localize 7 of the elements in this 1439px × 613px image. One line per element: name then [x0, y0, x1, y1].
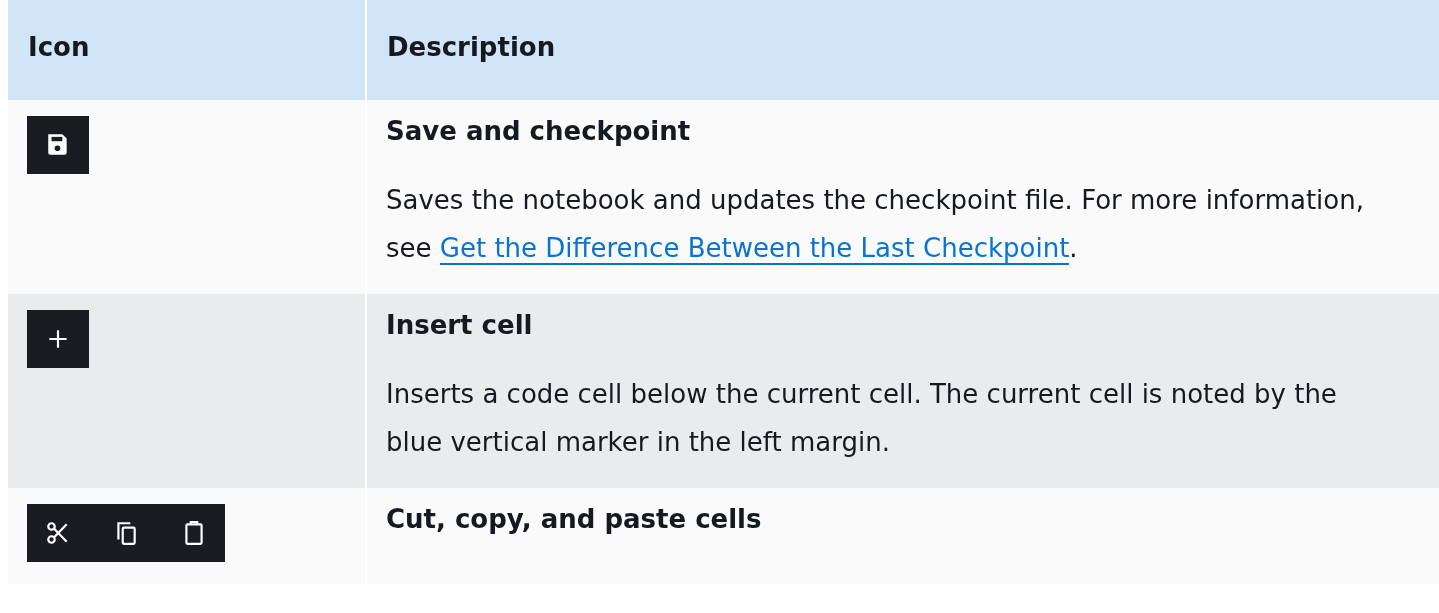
column-header: Description — [386, 31, 557, 64]
description-text: Saves the notebook and updates the checkpoint file. For more information, see Get the Difference Between the Last Checkpoint. — [386, 184, 1365, 267]
description-title: Cut, copy, and paste cells — [386, 504, 763, 534]
description-title: Save and checkpoint — [386, 116, 692, 146]
description-text: Inserts a code cell below the current cell. The current cell is noted by the blue vertical marker in the left margin. — [386, 378, 1338, 459]
description-title: Insert cell — [386, 310, 534, 340]
link[interactable]: Get the Difference Between the Last Checkpoint — [439, 233, 1070, 265]
